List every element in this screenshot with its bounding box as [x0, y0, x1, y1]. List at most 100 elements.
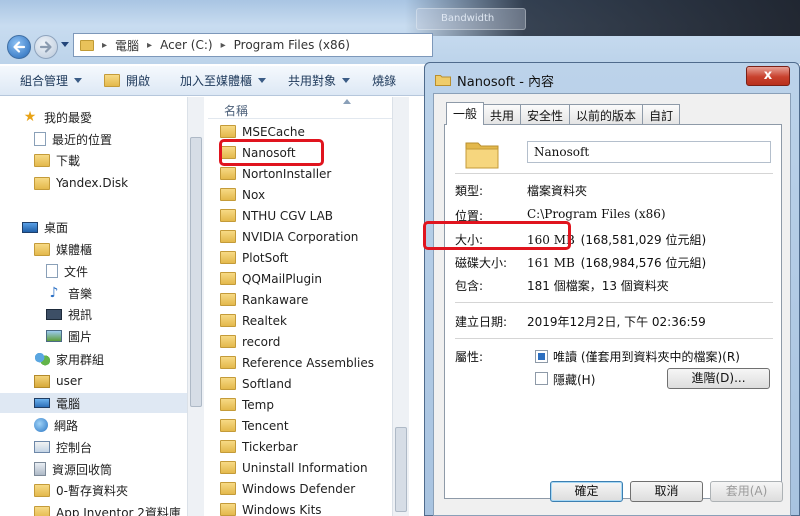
sidebar-item-label: 家用群組 — [56, 352, 105, 367]
tab-security[interactable]: 安全性 — [520, 104, 571, 124]
disk-size-value: 161 MB (168,984,576 位元組) — [527, 254, 706, 271]
breadcrumb-drive[interactable]: Acer (C:) — [160, 38, 213, 52]
tab-general[interactable]: 一般 — [446, 102, 485, 125]
file-list-item[interactable]: Uninstall Information — [220, 457, 368, 478]
file-name: record — [242, 334, 281, 349]
sidebar-item[interactable]: 0-暫存資料夾 — [0, 480, 187, 500]
file-name: Tencent — [242, 418, 289, 433]
share-with-menu[interactable]: 共用對象 — [276, 72, 360, 89]
hidden-checkbox[interactable] — [535, 372, 548, 385]
scrollbar-thumb[interactable] — [395, 427, 407, 512]
sidebar-item[interactable]: 文件 — [0, 261, 187, 281]
file-name: NVIDIA Corporation — [242, 229, 359, 244]
file-list-item[interactable]: PlotSoft — [220, 247, 288, 268]
file-list-item[interactable]: record — [220, 331, 280, 352]
size-bytes-text: (168,581,029 位元組) — [580, 233, 707, 247]
folder-icon — [220, 461, 236, 474]
sidebar-item-label: Yandex.Disk — [56, 176, 129, 190]
sidebar-item[interactable]: ♪ 音樂 — [0, 283, 187, 303]
file-list-item[interactable]: Realtek — [220, 310, 287, 331]
sidebar-item[interactable]: 媒體櫃 — [0, 239, 187, 259]
file-list-scrollbar[interactable] — [392, 97, 409, 516]
file-list-item[interactable]: NTHU CGV LAB — [220, 205, 333, 226]
folder-icon — [220, 377, 236, 390]
breadcrumb-separator-icon[interactable]: ▸ — [147, 40, 152, 51]
file-list-item[interactable]: Softland — [220, 373, 292, 394]
folder-icon — [220, 251, 236, 264]
divider — [455, 173, 773, 174]
homegroup-icon — [34, 352, 50, 366]
file-list-item[interactable]: Reference Assemblies — [220, 352, 374, 373]
sidebar-item[interactable]: 圖片 — [0, 326, 187, 346]
breadcrumb-folder[interactable]: Program Files (x86) — [234, 38, 350, 52]
folder-icon — [220, 167, 236, 180]
tab-sharing[interactable]: 共用 — [483, 104, 522, 124]
folder-icon — [220, 293, 236, 306]
breadcrumb-separator-icon[interactable]: ▸ — [221, 40, 226, 51]
disk-size-bytes-text: (168,984,576 位元組) — [580, 256, 707, 270]
name-column-header[interactable]: 名稱 — [208, 97, 408, 119]
file-list-item[interactable]: QQMailPlugin — [220, 268, 322, 289]
scrollbar-thumb[interactable] — [190, 137, 202, 407]
sidebar-item-label: 視訊 — [68, 307, 93, 322]
sidebar-item[interactable]: 控制台 — [0, 437, 187, 457]
navigation-pane-scrollbar[interactable] — [187, 97, 204, 516]
forward-button[interactable] — [34, 35, 58, 59]
file-list-item[interactable]: Temp — [220, 394, 274, 415]
ok-button[interactable]: 確定 — [550, 481, 623, 502]
sidebar-item[interactable]: 桌面 — [0, 217, 187, 237]
file-list-item[interactable]: Windows Defender — [220, 478, 355, 499]
address-bar[interactable]: ▸ 電腦 ▸ Acer (C:) ▸ Program Files (x86) — [73, 33, 433, 57]
sidebar-item-label: 電腦 — [56, 396, 81, 411]
sidebar-item-label: 0-暫存資料夾 — [56, 483, 128, 498]
close-button[interactable]: x — [746, 66, 790, 86]
computer-icon — [34, 398, 50, 408]
sidebar-item[interactable]: 視訊 — [0, 304, 187, 324]
folder-name-field[interactable]: Nanosoft — [527, 141, 771, 163]
name-column-label: 名稱 — [224, 104, 249, 118]
advanced-button[interactable]: 進階(D)... — [667, 368, 770, 389]
sidebar-item[interactable]: 最近的位置 — [0, 129, 187, 149]
address-folder-icon — [80, 39, 94, 51]
tab-customize[interactable]: 自訂 — [642, 104, 681, 124]
sidebar-item[interactable]: 家用群組 — [0, 349, 187, 369]
cancel-button[interactable]: 取消 — [630, 481, 703, 502]
sidebar-item[interactable]: Yandex.Disk — [0, 173, 187, 193]
sidebar-item[interactable]: App Inventor 2資料庫 — [0, 502, 187, 516]
file-list-item[interactable]: Rankaware — [220, 289, 308, 310]
tab-previous-versions[interactable]: 以前的版本 — [569, 104, 644, 124]
background-window-tab[interactable]: Bandwidth — [416, 8, 526, 30]
sidebar-item[interactable]: 資源回收筒 — [0, 459, 187, 479]
hidden-label[interactable]: 隱藏(H) — [553, 371, 595, 388]
open-button[interactable]: 開啟 — [92, 72, 160, 89]
sidebar-item[interactable]: ★ 我的最愛 — [0, 107, 187, 127]
apply-button[interactable]: 套用(A) — [710, 481, 783, 502]
folder-icon — [220, 356, 236, 369]
file-list-item[interactable]: Tickerbar — [220, 436, 298, 457]
sidebar-item[interactable]: user — [0, 371, 187, 391]
sidebar-item-label: user — [56, 374, 83, 388]
sidebar-item[interactable]: 電腦 — [0, 393, 187, 413]
file-list-item[interactable]: Nox — [220, 184, 265, 205]
readonly-checkbox[interactable] — [535, 350, 548, 363]
organize-menu[interactable]: 組合管理 — [0, 72, 92, 89]
file-list-item[interactable]: NVIDIA Corporation — [220, 226, 358, 247]
breadcrumb-separator-icon[interactable]: ▸ — [102, 40, 107, 51]
breadcrumb-computer[interactable]: 電腦 — [115, 37, 139, 54]
recent-pages-dropdown-icon[interactable] — [61, 42, 69, 47]
folder-icon — [220, 482, 236, 495]
sidebar-item[interactable]: 網路 — [0, 415, 187, 435]
include-in-library-menu[interactable]: 加入至媒體櫃 — [160, 72, 276, 89]
back-button[interactable] — [7, 35, 31, 59]
burn-button[interactable]: 燒錄 — [360, 72, 406, 89]
readonly-label[interactable]: 唯讀 (僅套用到資料夾中的檔案)(R) — [553, 348, 740, 365]
pictures-icon — [46, 330, 62, 342]
file-list-item[interactable]: Windows Kits — [220, 499, 322, 516]
sidebar-item[interactable]: 下載 — [0, 150, 187, 170]
user-folder-icon — [34, 374, 50, 388]
file-name: Softland — [242, 376, 292, 391]
attributes-label: 屬性: — [455, 350, 484, 364]
file-list-item[interactable]: NortonInstaller — [220, 163, 331, 184]
file-list-item[interactable]: Tencent — [220, 415, 289, 436]
organize-label: 組合管理 — [20, 74, 69, 88]
